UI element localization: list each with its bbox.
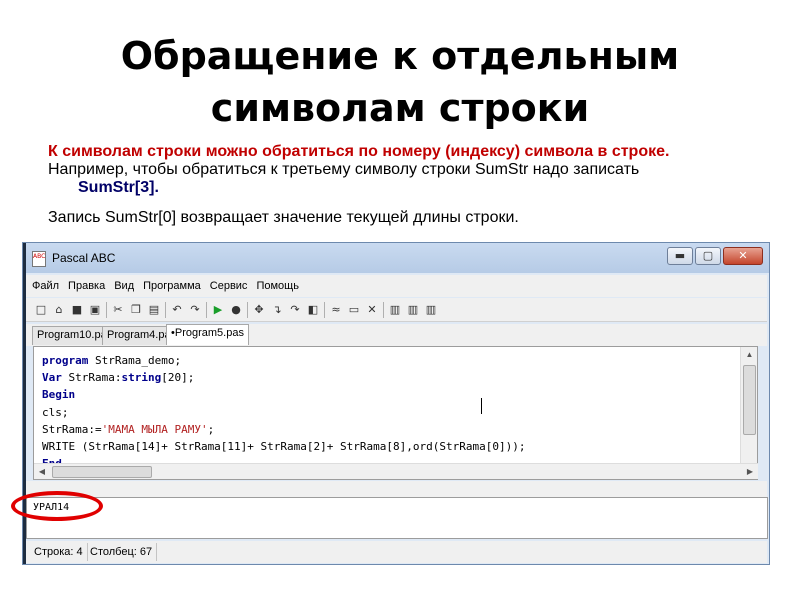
menu-program[interactable]: Программа: [143, 280, 201, 292]
horizontal-scrollbar[interactable]: ◀ ▶: [34, 463, 758, 479]
text-cursor: [481, 398, 482, 414]
toolbar-separator: [106, 301, 107, 318]
code-line2-end: [20];: [161, 371, 195, 385]
minimize-button[interactable]: ▬: [667, 247, 693, 265]
slide-bullets: К символам строки можно обратиться по но…: [48, 143, 778, 227]
vertical-scrollbar[interactable]: ▲: [740, 347, 757, 465]
run-icon[interactable]: ▶: [211, 303, 225, 317]
scroll-right-icon[interactable]: ▶: [742, 464, 758, 480]
toolbar-separator: [165, 301, 166, 318]
keyword: Var: [42, 371, 62, 385]
step-icon[interactable]: ✥: [252, 303, 266, 317]
slide-title-line2: символам строки: [210, 86, 590, 130]
pascal-abc-window: ABC Pascal ABC ▬ ▢ ✕ Файл Правка Вид Про…: [22, 242, 770, 565]
menu-service[interactable]: Сервис: [210, 280, 248, 292]
redo-icon[interactable]: ↷: [188, 303, 202, 317]
scroll-up-icon[interactable]: ▲: [741, 347, 758, 363]
status-bar: Строка: 4 Столбец: 67: [26, 541, 767, 563]
menu-edit[interactable]: Правка: [68, 280, 105, 292]
cut-icon[interactable]: ✂: [111, 303, 125, 317]
keyword: Begin: [42, 388, 76, 402]
title-bar[interactable]: ABC Pascal ABC ▬ ▢ ✕: [26, 243, 769, 273]
code-line5-end: ;: [207, 422, 215, 436]
scroll-thumb[interactable]: [52, 466, 152, 478]
status-line: Строка: 4: [30, 543, 88, 561]
toolbar: □ ⌂ ■ ▣ ✂ ❐ ▤ ↶ ↷ ▶ ● ✥ ↴ ↷ ◧ ≈ ▭ ✕ ▥ ▥ …: [26, 298, 767, 322]
bullet-example: Например, чтобы обратиться к третьему си…: [48, 161, 778, 179]
save-all-icon[interactable]: ▣: [88, 303, 102, 317]
close-button[interactable]: ✕: [723, 247, 763, 265]
menu-bar: Файл Правка Вид Программа Сервис Помощь: [26, 275, 767, 297]
menu-view[interactable]: Вид: [114, 280, 134, 292]
code-line6: WRITE (StrRama[14]+ StrRama[11]+ StrRama…: [42, 440, 526, 454]
pascal-abc-app-icon: ABC: [32, 251, 46, 267]
toolbar-separator: [206, 301, 207, 318]
save-icon[interactable]: ■: [70, 303, 84, 317]
step-into-icon[interactable]: ↴: [270, 303, 284, 317]
code-text[interactable]: program StrRama_demo; Var StrRama:string…: [42, 352, 525, 472]
output-panel: УРАЛ14: [26, 497, 768, 539]
clear-icon[interactable]: ✕: [365, 303, 379, 317]
code-editor[interactable]: program StrRama_demo; Var StrRama:string…: [33, 346, 758, 480]
highlight-oval: [11, 491, 103, 521]
open-icon[interactable]: ⌂: [52, 303, 66, 317]
bullet-index-access: К символам строки можно обратиться по но…: [48, 143, 670, 160]
window2-icon[interactable]: ▥: [406, 303, 420, 317]
toolbar-separator: [383, 301, 384, 318]
code-line1: StrRama_demo;: [88, 354, 182, 367]
slide-title-line1: Обращение к отдельным: [120, 34, 680, 78]
var-icon[interactable]: ≈: [329, 303, 343, 317]
paste-icon[interactable]: ▤: [147, 303, 161, 317]
string-literal: 'МАМА МЫЛА РАМУ': [101, 422, 208, 436]
menu-help[interactable]: Помощь: [256, 280, 299, 292]
toolbar-separator: [324, 301, 325, 318]
format-icon[interactable]: ▭: [347, 303, 361, 317]
keyword: program: [42, 354, 89, 367]
window-controls: ▬ ▢ ✕: [667, 247, 763, 265]
maximize-button[interactable]: ▢: [695, 247, 721, 265]
tab-program5[interactable]: •Program5.pas: [166, 324, 249, 345]
copy-icon[interactable]: ❐: [129, 303, 143, 317]
menu-file[interactable]: Файл: [32, 280, 59, 292]
code-line2: StrRama:: [61, 371, 122, 385]
bullet-example-text: Например, чтобы обратиться к третьему си…: [48, 161, 640, 178]
undo-icon[interactable]: ↶: [170, 303, 184, 317]
new-icon[interactable]: □: [34, 303, 48, 317]
scroll-thumb[interactable]: [742, 365, 756, 435]
file-tabs: Program10.pas Program4.pas •Program5.pas: [26, 324, 767, 346]
panel-splitter[interactable]: [26, 481, 767, 497]
toolbar-separator: [247, 301, 248, 318]
step-over-icon[interactable]: ↷: [288, 303, 302, 317]
scroll-left-icon[interactable]: ◀: [34, 464, 50, 480]
keyword: string: [121, 371, 162, 385]
window-title: Pascal ABC: [52, 251, 116, 265]
stop-icon[interactable]: ●: [229, 303, 243, 317]
watch-icon[interactable]: ◧: [306, 303, 320, 317]
window1-icon[interactable]: ▥: [388, 303, 402, 317]
status-column: Столбец: 67: [86, 543, 158, 561]
bullet-example-code: SumStr[3].: [78, 179, 159, 196]
window3-icon[interactable]: ▥: [424, 303, 438, 317]
bullet-length: Запись SumStr[0] возвращает значение тек…: [48, 209, 519, 226]
slide-title: Обращение к отдельным символам строки: [0, 30, 800, 134]
code-line5: StrRama:=: [42, 422, 102, 436]
code-line4: cls;: [42, 405, 69, 419]
